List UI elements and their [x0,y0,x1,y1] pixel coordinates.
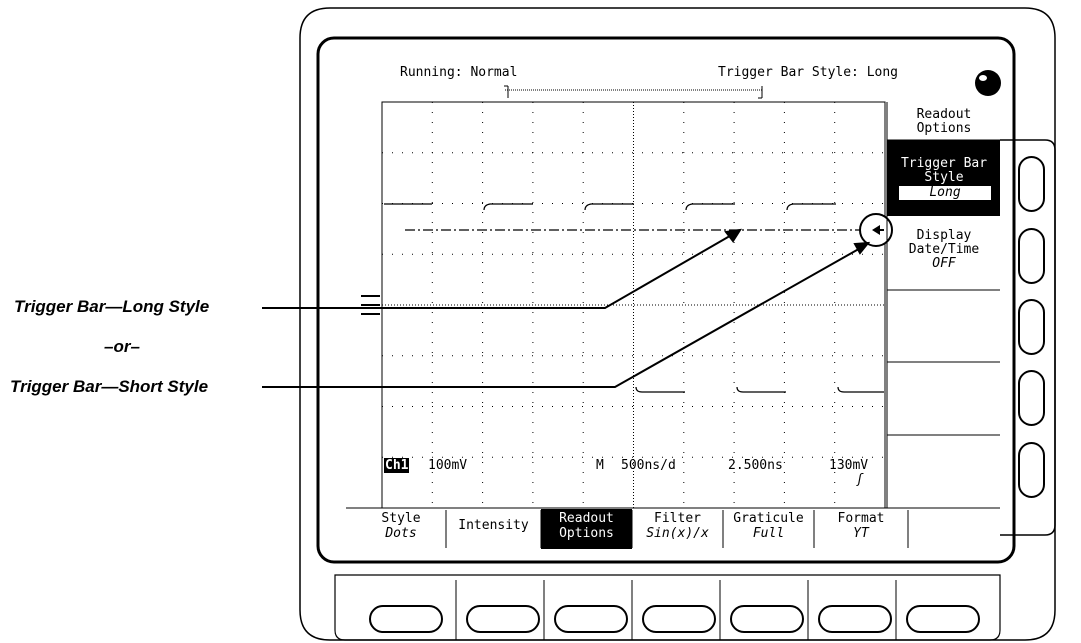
side-menu-title: Readout Options [888,108,1000,136]
side-button-1[interactable] [1018,156,1045,212]
callout-trigger-bar-long: Trigger Bar—Long Style [14,297,210,316]
run-state: Running: Normal [400,65,518,80]
menu-readout-options[interactable]: Readout Options [541,511,632,547]
side-button-4[interactable] [1018,370,1045,426]
menu-format[interactable]: Format YT [814,511,908,547]
side-button-5[interactable] [1018,442,1045,498]
knob-icon [975,70,1001,96]
record-view-bracket [504,85,763,99]
menu-value: Options [559,526,614,541]
menu-value: Dots [385,526,417,541]
trigger-delay: 2.500ns [728,458,783,473]
side-item-value: OFF [932,256,956,271]
menu-value: YT [853,526,869,541]
side-item-value: Long [899,186,991,200]
menu-label: Intensity [458,518,529,533]
menu-intensity[interactable]: Intensity [447,511,540,547]
rising-edge-icon: ʃ [856,472,864,487]
bottom-button-6[interactable] [818,605,892,633]
menu-value: Full [752,526,785,541]
bottom-button-4[interactable] [642,605,716,633]
trigger-bar-style-readout: Trigger Bar Style: Long [718,65,899,80]
bottom-button-3[interactable] [554,605,628,633]
volts-per-div: 100mV [428,458,468,473]
menu-label: Graticule [733,511,804,526]
side-item-trigger-bar-style[interactable]: Trigger Bar Style Long [888,157,1000,200]
menu-label: Format [837,511,885,526]
side-item-display-date-time[interactable]: Display Date/Time OFF [888,229,1000,271]
ch1-ground-marker [361,295,380,315]
side-item-label: Style [924,170,964,185]
side-menu-title-line2: Options [916,121,972,136]
side-button-3[interactable] [1018,299,1045,355]
bottom-button-1[interactable] [369,605,443,633]
menu-graticule[interactable]: Graticule Full [723,511,814,547]
side-item-label: Trigger Bar [900,156,988,171]
graticule-dots [382,102,885,508]
callout-or: –or– [104,337,140,356]
bottom-button-2[interactable] [466,605,540,633]
time-per-div: 500ns/d [621,458,676,473]
side-item-label: Display [916,228,972,243]
menu-value: Sin(x)/x [646,526,709,541]
side-button-2[interactable] [1018,228,1045,284]
callout-trigger-bar-short: Trigger Bar—Short Style [10,377,209,396]
bottom-button-5[interactable] [730,605,804,633]
menu-label: Readout [559,511,614,526]
bottom-button-7[interactable] [906,605,980,633]
callout-leaders [262,228,871,388]
trigger-level: 130mV [829,458,869,473]
menu-label: Style [381,511,421,526]
menu-filter[interactable]: Filter Sin(x)/x [632,511,723,547]
timebase-prefix: M [596,458,604,473]
channel-label: Ch1 [384,458,410,473]
menu-style[interactable]: Style Dots [358,511,444,547]
menu-label: Filter [654,511,701,526]
side-menu-title-line1: Readout [916,107,972,122]
side-item-label: Date/Time [908,242,980,257]
